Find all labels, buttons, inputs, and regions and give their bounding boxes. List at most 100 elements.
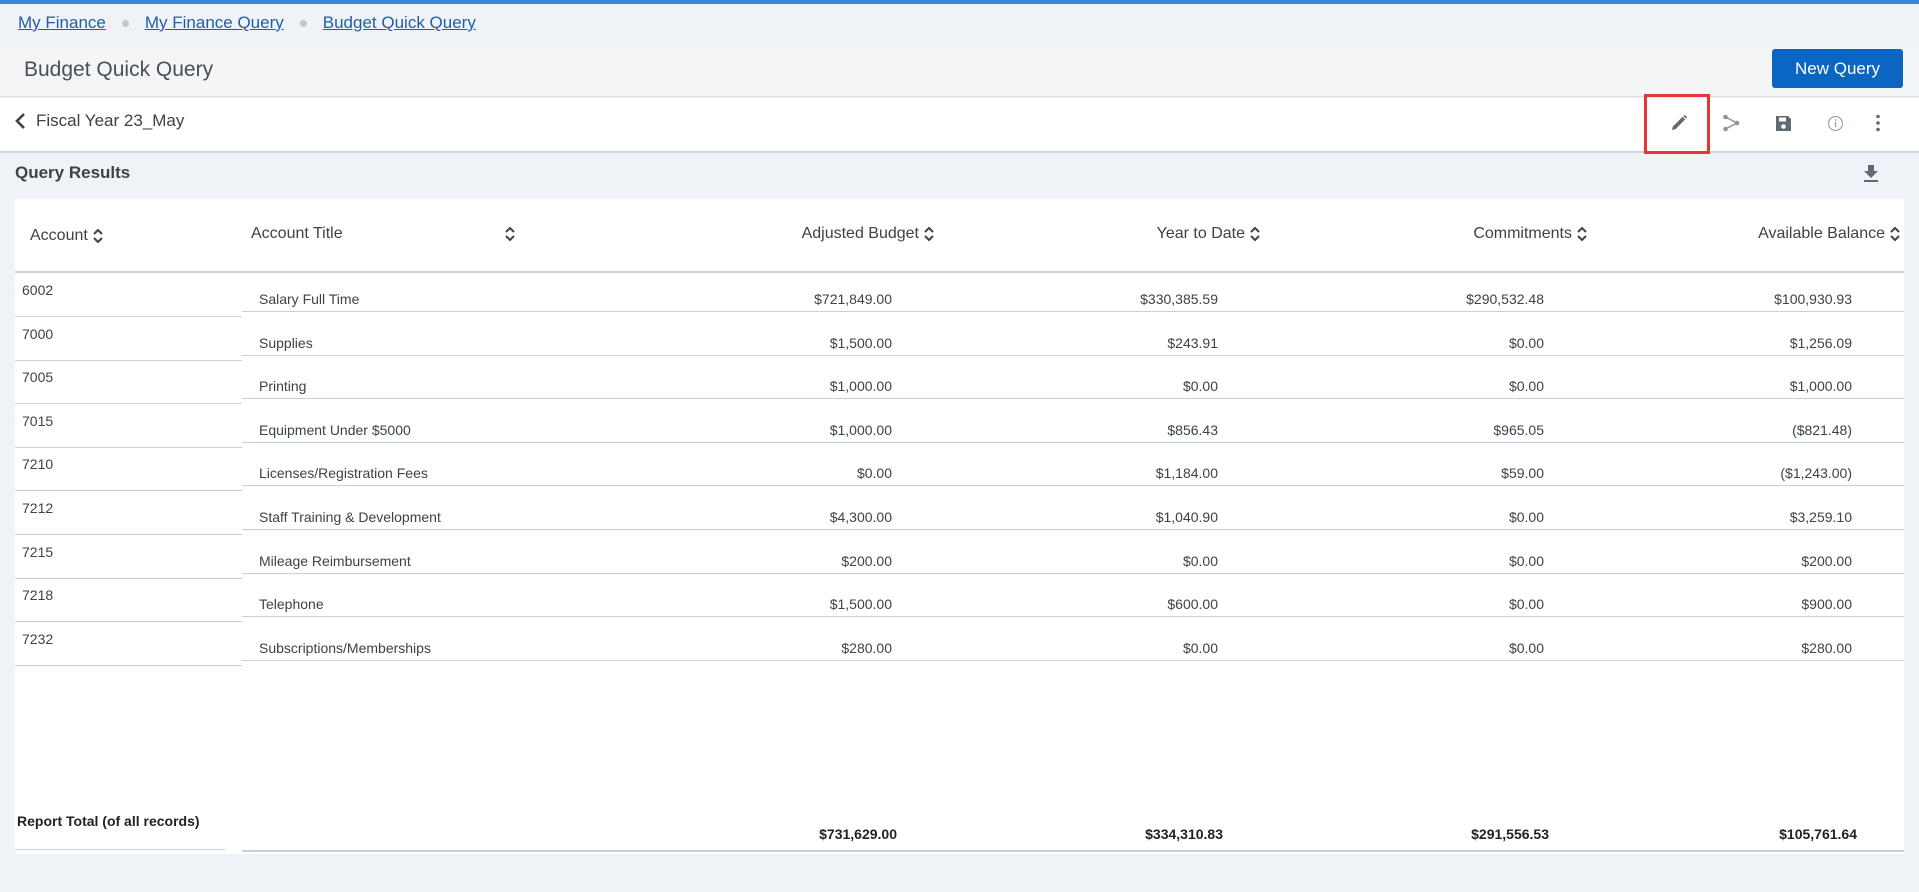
more-options-button[interactable]: [1860, 108, 1896, 138]
row-divider: [242, 311, 1904, 312]
edit-button[interactable]: [1661, 108, 1697, 138]
row-divider: [242, 659, 1904, 661]
column-header-account[interactable]: Account: [30, 227, 104, 245]
breadcrumb: My Finance My Finance Query Budget Quick…: [18, 12, 476, 34]
table-row[interactable]: 7218 Telephone $1,500.00 $600.00 $0.00 $900.0…: [15, 578, 1904, 623]
cell-available-balance: $1,256.09: [1789, 334, 1852, 351]
sort-icon: [1250, 226, 1260, 242]
table-row[interactable]: 7000 Supplies $1,500.00 $243.91 $0.00 $1,256.…: [15, 317, 1904, 361]
cell-available-balance: $900.00: [1801, 596, 1852, 613]
total-year-to-date: $334,310.83: [1145, 826, 1223, 842]
share-button[interactable]: [1713, 108, 1749, 138]
breadcrumb-budget-quick-query[interactable]: Budget Quick Query: [323, 13, 476, 33]
column-header-account-label: Account: [30, 227, 88, 244]
top-accent-bar: [0, 0, 1919, 4]
cell-year-to-date: $243.91: [1167, 334, 1218, 351]
total-divider: [15, 849, 225, 850]
row-divider: [242, 616, 1904, 618]
info-icon: [1827, 115, 1843, 131]
column-header-available-balance[interactable]: Available Balance: [1621, 225, 1901, 243]
chevron-left-icon: [15, 113, 25, 129]
cell-account: 7015: [22, 412, 54, 429]
cell-commitments: $59.00: [1501, 465, 1544, 482]
cell-year-to-date: $600.00: [1167, 596, 1218, 613]
cell-account: 7232: [22, 630, 54, 647]
cell-commitments: $0.00: [1508, 509, 1544, 525]
table-row[interactable]: 7215 Mileage Reimbursement $200.00 $0.00 $0.…: [15, 535, 1904, 579]
table-row[interactable]: 7212 Staff Training & Development $4,300.0…: [15, 491, 1904, 535]
table-row[interactable]: 7232 Subscriptions/Memberships $280.00 $0.0…: [15, 622, 1904, 666]
sort-icon: [505, 226, 515, 242]
cell-adjusted-budget: $200.00: [841, 552, 892, 569]
cell-adjusted-budget: $280.00: [841, 639, 892, 656]
cell-commitments: $965.05: [1493, 421, 1544, 438]
download-button[interactable]: [1862, 163, 1880, 188]
table-row[interactable]: 7015 Equipment Under $5000 $1,000.00 $856.4…: [15, 404, 1904, 448]
cell-available-balance: $280.00: [1801, 639, 1852, 656]
column-header-year-to-date[interactable]: Year to Date: [981, 225, 1261, 243]
query-results-heading: Query Results: [15, 163, 131, 182]
sort-icon: [1890, 226, 1900, 242]
query-toolbar: Fiscal Year 23_May: [0, 94, 1919, 154]
table-row[interactable]: 7005 Printing $1,000.00 $0.00 $0.00 $1,000.00: [15, 360, 1904, 405]
breadcrumb-my-finance-query[interactable]: My Finance Query: [145, 13, 284, 33]
cell-available-balance: $200.00: [1801, 552, 1852, 569]
column-header-commitments[interactable]: Commitments: [1308, 225, 1588, 243]
column-header-account-title-label: Account Title: [251, 225, 343, 242]
cell-account: 7215: [22, 543, 54, 560]
sort-icon: [1577, 226, 1587, 242]
cell-account-title: Staff Training & Development: [259, 509, 441, 525]
query-results-table: Account Account Title Adjusted Budget Ye…: [15, 199, 1904, 854]
breadcrumb-my-finance[interactable]: My Finance: [18, 13, 106, 33]
cell-commitments: $0.00: [1508, 334, 1544, 351]
cell-available-balance: $100,930.93: [1774, 291, 1852, 307]
info-button[interactable]: [1817, 108, 1853, 138]
cell-account: 7212: [22, 500, 54, 516]
more-vertical-icon: [1876, 114, 1880, 132]
row-divider: [242, 441, 1904, 443]
row-divider: [242, 354, 1904, 356]
report-total-label: Report Total (of all records): [17, 813, 200, 829]
cell-commitments: $0.00: [1508, 596, 1544, 613]
cell-account: 7000: [22, 325, 54, 342]
sort-icon: [93, 228, 103, 244]
cell-adjusted-budget: $1,500.00: [829, 596, 892, 613]
breadcrumb-separator: [299, 19, 307, 27]
cell-year-to-date: $1,040.90: [1155, 509, 1218, 525]
cell-account-title: Telephone: [259, 596, 324, 613]
cell-account: 7210: [22, 456, 54, 473]
total-commitments: $291,556.53: [1471, 826, 1549, 842]
column-header-account-title[interactable]: Account Title: [251, 225, 516, 243]
cell-year-to-date: $856.43: [1167, 421, 1218, 438]
cell-account: 7218: [22, 587, 54, 604]
breadcrumb-separator: [121, 19, 129, 27]
column-header-year-to-date-label: Year to Date: [1156, 225, 1245, 242]
row-divider: [242, 485, 1904, 487]
column-header-adjusted-budget[interactable]: Adjusted Budget: [655, 225, 935, 243]
row-divider: [242, 529, 1904, 530]
row-divider: [242, 398, 1904, 400]
download-icon: [1864, 165, 1878, 182]
total-divider: [242, 850, 1904, 852]
column-header-available-balance-label: Available Balance: [1758, 225, 1885, 242]
new-query-button[interactable]: New Query: [1772, 49, 1903, 88]
row-divider: [242, 572, 1904, 574]
cell-account-title: Mileage Reimbursement: [259, 552, 411, 569]
cell-account-title: Printing: [259, 378, 307, 395]
table-row[interactable]: 7210 Licenses/Registration Fees $0.00 $1,18…: [15, 447, 1904, 492]
cell-account-title: Equipment Under $5000: [259, 421, 411, 438]
cell-account-title: Subscriptions/Memberships: [259, 639, 431, 656]
cell-commitments: $290,532.48: [1466, 291, 1544, 307]
cell-year-to-date: $0.00: [1182, 552, 1218, 569]
sort-icon: [924, 226, 934, 242]
fiscal-year-label: Fiscal Year 23_May: [36, 111, 185, 130]
save-button[interactable]: [1765, 108, 1801, 138]
table-row[interactable]: 6002 Salary Full Time $721,849.00 $330,385.…: [15, 273, 1904, 317]
save-icon: [1775, 115, 1791, 131]
column-header-commitments-label: Commitments: [1473, 225, 1572, 242]
cell-commitments: $0.00: [1508, 639, 1544, 656]
back-to-fiscal-year[interactable]: Fiscal Year 23_May: [14, 111, 184, 131]
cell-available-balance: $1,000.00: [1789, 378, 1852, 395]
cell-adjusted-budget: $1,500.00: [829, 334, 892, 351]
cell-adjusted-budget: $721,849.00: [814, 291, 892, 307]
